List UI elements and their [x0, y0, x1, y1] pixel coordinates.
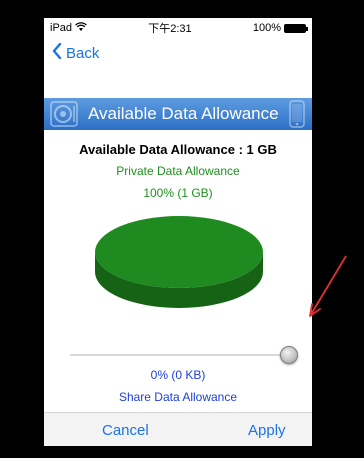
slider-fill: [70, 354, 280, 356]
device-label: iPad: [50, 22, 73, 34]
pie-slice-0: [95, 216, 263, 288]
status-bar: iPad 下午2:31 100%: [44, 18, 312, 38]
device-frame: iPad 下午2:31 100% Back Available Data All…: [0, 0, 364, 458]
wifi-icon: [75, 21, 87, 35]
share-allowance-label: Share Data Allowance: [118, 390, 238, 404]
annotation-arrow: [309, 255, 347, 317]
battery-percent: 100%: [252, 22, 281, 34]
allowance-pie-chart: [95, 216, 263, 308]
header-bar: Available Data Allowance: [44, 98, 312, 130]
status-time: 下午2:31: [148, 23, 192, 35]
page-title: Available Data Allowance: [88, 104, 279, 123]
status-right: 100%: [252, 22, 308, 34]
apply-button[interactable]: Apply: [248, 422, 286, 439]
back-label: Back: [66, 44, 100, 62]
share-allowance-value: 0% (0 KB): [150, 368, 206, 382]
private-allowance-value: 100% (1 GB): [143, 186, 213, 200]
slider-handle[interactable]: [280, 346, 298, 364]
private-allowance-label: Private Data Allowance: [116, 164, 240, 178]
disk-icon: [50, 101, 78, 127]
cancel-button[interactable]: Cancel: [102, 422, 149, 439]
back-button[interactable]: Back: [44, 38, 312, 68]
app-screen: iPad 下午2:31 100% Back Available Data All…: [44, 18, 312, 446]
status-left: iPad: [50, 21, 87, 35]
bottom-toolbar: Cancel Apply: [44, 412, 312, 446]
chevron-left-icon: [52, 42, 62, 63]
phone-icon: [289, 100, 305, 128]
available-allowance-label: Available Data Allowance : 1 GB: [79, 142, 277, 157]
allowance-slider[interactable]: [70, 346, 298, 364]
battery-icon: [284, 23, 308, 33]
